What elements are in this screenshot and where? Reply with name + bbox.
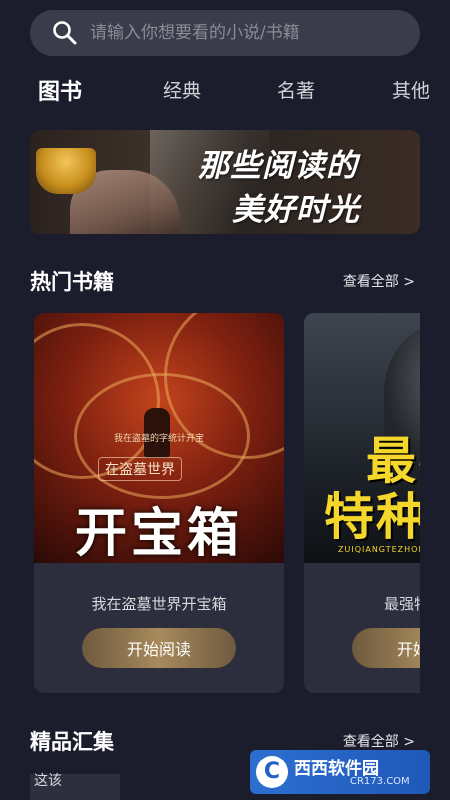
hot-books-header: 热门书籍 查看全部 > [30, 266, 420, 296]
book-cover[interactable]: 我在盗墓的字统计开宝 在盗墓世界 开宝箱 [34, 313, 284, 563]
banner-title-line1: 那些阅读的 [198, 148, 358, 184]
watermark-logo-icon: C [256, 756, 288, 788]
tab-books[interactable]: 图书 [38, 74, 82, 106]
cover-title: 开宝箱 [74, 503, 243, 563]
category-tabs: 图书 经典 名著 其他 [0, 70, 450, 110]
promo-banner[interactable]: 那些阅读的 美好时光 [30, 130, 420, 234]
search-icon [53, 21, 77, 45]
cover-title: 最强 特种兵 [324, 433, 420, 545]
view-all-link[interactable]: 查看全部 > [343, 731, 415, 751]
book-title: 最强特种兵 [384, 595, 420, 613]
start-reading-button[interactable]: 开始阅读 [352, 628, 420, 668]
search-bar[interactable] [30, 10, 420, 56]
book-cover[interactable]: 最强 特种兵 ZUIQIANGTEZHONGBING [304, 313, 420, 563]
book-title: 我在盗墓世界开宝箱 [91, 595, 227, 613]
tab-masterpieces[interactable]: 名著 [277, 76, 315, 103]
search-input[interactable] [90, 23, 390, 43]
section-title: 精品汇集 [30, 730, 114, 754]
view-all-link[interactable]: 查看全部 > [343, 271, 415, 291]
cover-tagline: 我在盗墓的字统计开宝 [114, 434, 205, 444]
cover-title-line2: 特种兵 [324, 488, 420, 546]
book-card[interactable]: 最强 特种兵 ZUIQIANGTEZHONGBING 最强特种兵 开始阅读 [304, 313, 420, 693]
banner-cup-image [36, 148, 96, 194]
cover-subtitle: 在盗墓世界 [98, 457, 182, 481]
banner-title-line2: 美好时光 [232, 192, 360, 228]
cover-title-line1: 最强 [366, 432, 420, 490]
featured-item-label: 这该 [34, 773, 62, 789]
watermark-domain: CR173.COM [350, 776, 410, 787]
cover-pinyin: ZUIQIANGTEZHONGBING [338, 545, 420, 554]
book-card[interactable]: 我在盗墓的字统计开宝 在盗墓世界 开宝箱 我在盗墓世界开宝箱 开始阅读 [34, 313, 284, 693]
site-watermark: C 西西软件园 CR173.COM [250, 750, 430, 794]
featured-item[interactable]: 这该 [30, 768, 120, 800]
section-title: 热门书籍 [30, 270, 114, 294]
start-reading-button[interactable]: 开始阅读 [82, 628, 236, 668]
tab-classics[interactable]: 经典 [163, 76, 201, 103]
tab-other[interactable]: 其他 [392, 76, 430, 103]
book-card-clip: 最强 特种兵 ZUIQIANGTEZHONGBING 最强特种兵 开始阅读 [304, 313, 420, 693]
